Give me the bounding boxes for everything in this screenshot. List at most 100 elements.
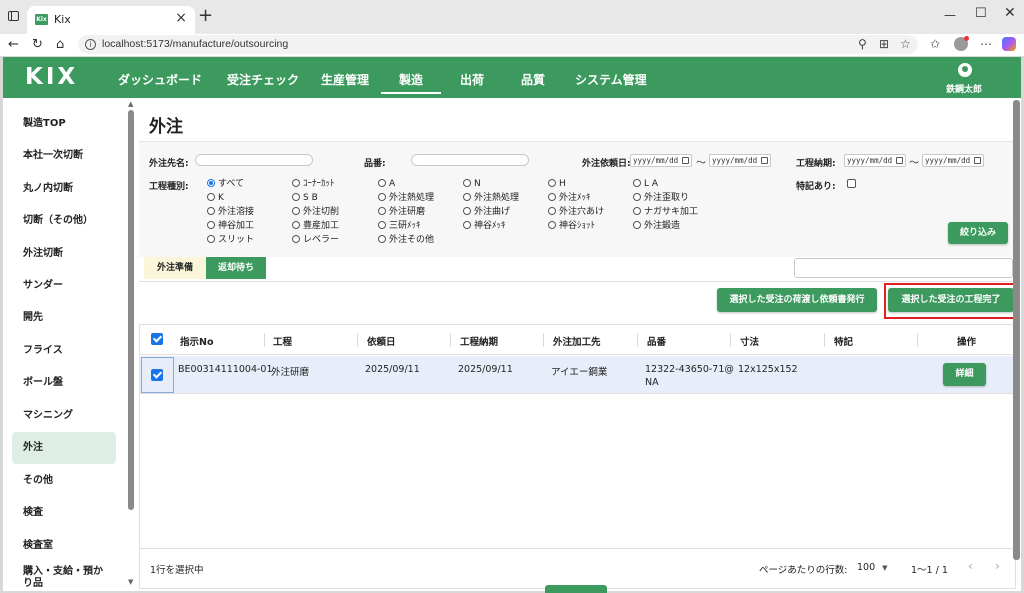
radio-h[interactable]: H xyxy=(548,178,566,190)
nav-manufacture[interactable]: 製造 xyxy=(399,71,423,88)
sidebar-item-drill[interactable]: ボール盤 xyxy=(12,367,116,399)
radio-outsource-drill[interactable]: 外注穴あけ xyxy=(548,206,604,218)
column-separator[interactable] xyxy=(824,333,825,347)
column-header-note[interactable]: 特記 xyxy=(834,334,853,348)
column-separator[interactable] xyxy=(543,333,544,347)
radio-outsource-other[interactable]: 外注その他 xyxy=(378,234,434,246)
sidebar-item-other[interactable]: その他 xyxy=(12,465,116,497)
favorite-star-icon[interactable]: ☆ xyxy=(900,37,911,51)
radio-slit[interactable]: スリット xyxy=(207,234,254,246)
radio-all[interactable]: すべて xyxy=(207,178,244,190)
request-date-to[interactable]: yyyy/mm/dd xyxy=(709,154,771,167)
sidebar-scroll-down-icon[interactable]: ▼ xyxy=(128,578,133,586)
site-info-icon[interactable]: i xyxy=(85,39,96,50)
column-separator[interactable] xyxy=(264,333,265,347)
calendar-icon[interactable] xyxy=(896,157,903,164)
sidebar-item-bevel[interactable]: 開先 xyxy=(12,302,116,334)
radio-a[interactable]: A xyxy=(378,178,395,190)
radio-outsource-heat-2[interactable]: 外注熱処理 xyxy=(463,192,519,204)
column-separator[interactable] xyxy=(917,333,918,347)
sidebar-item-machining[interactable]: マシニング xyxy=(12,400,116,432)
radio-la[interactable]: L A xyxy=(633,178,658,190)
column-separator[interactable] xyxy=(357,333,358,347)
radio-kamiya-process[interactable]: 神谷加工 xyxy=(207,220,254,232)
favorites-icon[interactable]: ✩ xyxy=(930,37,940,51)
radio-outsource-weld[interactable]: 外注溶接 xyxy=(207,206,254,218)
sidebar-item-outsourcing[interactable]: 外注 xyxy=(12,432,116,464)
rows-per-page-select[interactable]: 100 ▼ xyxy=(857,562,888,573)
radio-kamiya-plating[interactable]: 神谷ﾒｯｷ xyxy=(463,220,506,232)
table-row[interactable]: BE00314111004-01 外注研磨 2025/09/11 2025/09… xyxy=(140,356,1015,394)
column-separator[interactable] xyxy=(730,333,731,347)
radio-outsource-plating[interactable]: 外注ﾒｯｷ xyxy=(548,192,591,204)
sidebar-item-sander[interactable]: サンダー xyxy=(12,270,116,302)
tab-close-icon[interactable]: × xyxy=(175,10,187,26)
new-tab-icon[interactable]: + xyxy=(198,5,213,26)
calendar-icon[interactable] xyxy=(974,157,981,164)
nav-system[interactable]: システム管理 xyxy=(575,71,647,88)
column-header-process[interactable]: 工程 xyxy=(273,334,292,348)
sidebar-item-manufacture-top[interactable]: 製造TOP xyxy=(12,108,116,140)
reader-icon[interactable]: ⊞ xyxy=(879,37,889,51)
url-text[interactable]: localhost:5173/manufacture/outsourcing xyxy=(102,38,288,50)
bottom-action-button[interactable] xyxy=(545,585,607,593)
next-page-icon[interactable]: › xyxy=(995,559,1000,573)
column-header-dimensions[interactable]: 寸法 xyxy=(740,334,759,348)
main-scrollbar[interactable] xyxy=(1013,100,1020,560)
sidebar-item-milling[interactable]: フライス xyxy=(12,335,116,367)
home-icon[interactable]: ⌂ xyxy=(56,37,64,52)
radio-kamiya-shot[interactable]: 神谷ｼｮｯﾄ xyxy=(548,220,595,232)
radio-outsource-heat-1[interactable]: 外注熱処理 xyxy=(378,192,434,204)
column-header-deadline[interactable]: 工程納期 xyxy=(460,334,498,348)
sidebar-scroll-up-icon[interactable]: ▲ xyxy=(128,100,133,108)
radio-leveler[interactable]: レベラー xyxy=(292,234,339,246)
user-icon[interactable] xyxy=(958,63,972,77)
nav-quality[interactable]: 品質 xyxy=(521,71,545,88)
part-input[interactable] xyxy=(411,154,529,166)
vendor-input[interactable] xyxy=(195,154,313,166)
window-close-icon[interactable]: ✕ xyxy=(1004,5,1016,21)
deadline-to[interactable]: yyyy/mm/dd xyxy=(922,154,984,167)
special-note-checkbox[interactable] xyxy=(847,179,856,188)
request-date-from[interactable]: yyyy/mm/dd xyxy=(630,154,692,167)
radio-n[interactable]: N xyxy=(463,178,481,190)
sidebar-item-marunouchi-cut[interactable]: 丸ノ内切断 xyxy=(12,173,116,205)
deadline-from[interactable]: yyyy/mm/dd xyxy=(844,154,906,167)
sidebar-item-purchase[interactable]: 購入・支給・預かり品 xyxy=(12,566,112,591)
radio-hosan-process[interactable]: 豊産加工 xyxy=(292,220,339,232)
sidebar-item-outsource-cut[interactable]: 外注切断 xyxy=(12,238,116,270)
reload-icon[interactable]: ↻ xyxy=(32,37,43,52)
column-header-vendor[interactable]: 外注加工先 xyxy=(553,334,601,348)
calendar-icon[interactable] xyxy=(761,157,768,164)
user-name[interactable]: 鉄鋼太郎 xyxy=(946,82,982,95)
browser-tab[interactable]: Kix Kix × xyxy=(27,6,195,34)
radio-nagasaki-process[interactable]: ナガサキ加工 xyxy=(633,206,698,218)
window-menu-icon[interactable] xyxy=(8,11,19,21)
table-search-input[interactable] xyxy=(794,258,1013,278)
nav-shipping[interactable]: 出荷 xyxy=(460,71,484,88)
column-header-part-no[interactable]: 品番 xyxy=(647,334,666,348)
sidebar-item-inspection-room[interactable]: 検査室 xyxy=(12,530,116,562)
minimize-icon[interactable]: — xyxy=(944,8,956,22)
tab-prepare[interactable]: 外注準備 xyxy=(144,257,206,279)
tab-awaiting-return[interactable]: 返却待ち xyxy=(206,257,266,279)
sidebar-item-cut-other[interactable]: 切断（その他） xyxy=(12,205,116,237)
radio-outsource-forge[interactable]: 外注鍛造 xyxy=(633,220,680,232)
url-field[interactable]: i localhost:5173/manufacture/outsourcing… xyxy=(78,35,918,54)
column-separator[interactable] xyxy=(450,333,451,347)
column-header-request-date[interactable]: 依頼日 xyxy=(367,334,396,348)
issue-delivery-request-button[interactable]: 選択した受注の荷渡し依頼書発行 xyxy=(717,288,877,312)
radio-outsource-straighten[interactable]: 外注歪取り xyxy=(633,192,689,204)
column-separator[interactable] xyxy=(637,333,638,347)
radio-sb[interactable]: S B xyxy=(292,192,318,204)
radio-k[interactable]: K xyxy=(207,192,224,204)
prev-page-icon[interactable]: ‹ xyxy=(968,559,973,573)
nav-dashboard[interactable]: ダッシュボード xyxy=(118,71,202,88)
back-icon[interactable]: ← xyxy=(8,37,19,52)
radio-outsource-cutting[interactable]: 外注切削 xyxy=(292,206,339,218)
more-menu-icon[interactable]: ⋯ xyxy=(980,37,992,51)
radio-outsource-bend[interactable]: 外注曲げ xyxy=(463,206,510,218)
radio-outsource-grind[interactable]: 外注研磨 xyxy=(378,206,425,218)
sidebar-item-head-office-cut[interactable]: 本社一次切断 xyxy=(12,140,116,172)
kix-logo[interactable]: KIX xyxy=(25,64,78,90)
